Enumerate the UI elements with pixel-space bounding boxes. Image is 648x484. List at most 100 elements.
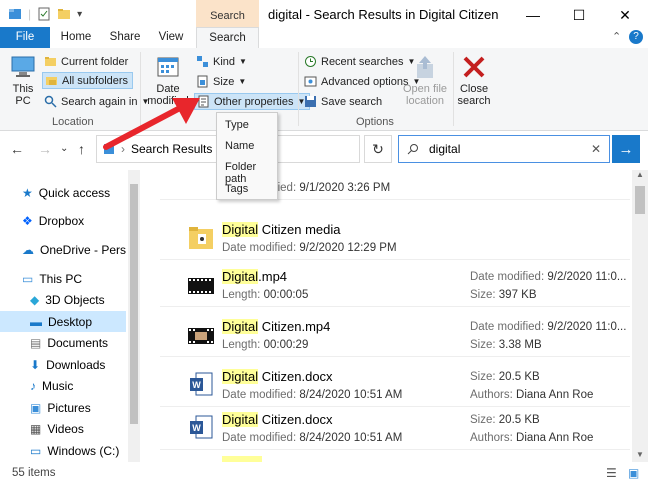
results-scrollbar[interactable]: ▲ ▼ [632, 170, 648, 462]
item-detail: Date modified: 8/24/2020 10:51 AM [222, 432, 403, 444]
current-folder-button[interactable]: Current folder [44, 55, 128, 68]
dropbox-icon: ❖ [22, 213, 33, 228]
recent-searches-button[interactable]: Recent searches ▼ [304, 55, 415, 68]
list-item[interactable]: W Digital Citizen.docx Date modified: 8/… [160, 408, 630, 450]
list-item[interactable]: W Digital Citizen.docx Date modified: 8/… [160, 365, 630, 407]
nav-item-dropbox[interactable]: ❖ Dropbox [0, 210, 126, 231]
minimize-button[interactable]: — [510, 0, 556, 30]
menu-item-type[interactable]: Type [225, 119, 249, 131]
documents-icon: ▤ [30, 335, 42, 350]
nav-item-music[interactable]: ♪ Music [0, 375, 126, 396]
search-go-button[interactable]: → [612, 135, 640, 163]
clear-search-icon[interactable]: ✕ [591, 142, 601, 156]
back-arrow-icon[interactable]: ← [10, 141, 24, 157]
save-search-button[interactable]: Save search [304, 95, 382, 108]
menu-item-name[interactable]: Name [225, 140, 254, 152]
nav-item-label: OneDrive - Person [40, 242, 126, 257]
cloud-icon: ☁ [22, 242, 34, 257]
nav-item-label: Pictures [47, 400, 91, 415]
nav-item-desktop[interactable]: ▬ Desktop [0, 311, 126, 332]
nav-item-windows-c[interactable]: ▭ Windows (C:) [0, 440, 126, 461]
list-item[interactable]: Digital Citizen.mp4 Length: 00:00:29 Dat… [160, 315, 630, 357]
search-results-list: Date modified: 9/1/2020 3:26 PM Digital … [150, 170, 634, 462]
nav-item-pictures[interactable]: ▣ Pictures [0, 397, 126, 418]
nav-item-label: Desktop [48, 314, 93, 329]
list-item[interactable]: Digital.mp4 Length: 00:00:05 Date modifi… [160, 265, 630, 307]
size-button[interactable]: Size ▼ [196, 75, 246, 88]
item-size: Size: 3.38 MB [470, 339, 542, 351]
item-authors: Authors: Diana Ann Roe [470, 432, 594, 444]
tab-home[interactable]: Home [54, 27, 98, 49]
nav-item-label: This PC [39, 271, 83, 286]
help-icon[interactable]: ? [629, 30, 643, 44]
ribbon-tabs: File Home Share View Search ⌃ ? [0, 27, 648, 50]
large-icons-view-icon[interactable]: ▣ [628, 466, 639, 480]
dropdown-arrow-icon: ▼ [238, 77, 247, 86]
maximize-button[interactable]: ☐ [556, 0, 602, 30]
all-subfolders-label: All subfolders [62, 74, 129, 87]
other-properties-button[interactable]: Other properties ▼ [194, 93, 311, 110]
advanced-options-label: Advanced options [321, 75, 409, 88]
item-name: Digital Citizen.docx [222, 412, 333, 427]
other-properties-label: Other properties [214, 95, 294, 108]
scroll-up-icon[interactable]: ▲ [636, 170, 644, 179]
nav-scrollbar[interactable] [128, 170, 140, 462]
recent-locations-icon[interactable]: ⌄ [60, 143, 68, 154]
nav-item-onedrive[interactable]: ☁ OneDrive - Person [0, 239, 126, 260]
tab-search[interactable]: Search [196, 27, 259, 50]
results-scroll-thumb[interactable] [635, 186, 645, 214]
search-input[interactable]: digital [429, 142, 460, 156]
drive-icon: ▭ [30, 443, 42, 458]
details-view-icon[interactable]: ☰ [606, 466, 617, 480]
tab-view[interactable]: View [150, 27, 192, 49]
quick-access-toolbar: | ▾ [8, 7, 82, 21]
ribbon-panel: This PC Current folder All subfolders Se… [0, 48, 648, 131]
open-file-location-button[interactable]: Open file location [402, 54, 448, 107]
annotation-arrow [103, 98, 200, 150]
options-group-label: Options [356, 116, 394, 128]
computer-icon: ▭ [22, 271, 34, 286]
properties-icon[interactable] [37, 7, 51, 21]
menu-item-tags[interactable]: Tags [225, 183, 248, 195]
nav-scroll-thumb[interactable] [130, 184, 138, 424]
forward-arrow-icon[interactable]: → [38, 141, 52, 157]
item-date-modified: Date modified: 9/2/2020 11:0... [470, 271, 627, 283]
all-subfolders-button[interactable]: All subfolders [42, 72, 134, 89]
search-box[interactable]: digital ✕ [398, 135, 610, 163]
nav-item-3d-objects[interactable]: ◆ 3D Objects [0, 289, 126, 310]
tab-file[interactable]: File [0, 27, 50, 49]
item-name: Digital Citizen.docx [222, 369, 333, 384]
qat-customize-icon[interactable]: ▾ [77, 9, 82, 20]
dropdown-arrow-icon: ▼ [239, 57, 247, 66]
status-bar: 55 items ☰ ▣ [0, 462, 648, 484]
music-icon: ♪ [30, 378, 36, 393]
video-icon [188, 328, 214, 344]
tab-share[interactable]: Share [104, 27, 146, 49]
nav-item-documents[interactable]: ▤ Documents [0, 332, 126, 353]
refresh-button[interactable]: ↻ [364, 135, 392, 163]
this-pc-button[interactable]: This PC [8, 54, 38, 107]
nav-item-quick-access[interactable]: ★ Quick access [0, 182, 126, 203]
nav-item-this-pc[interactable]: ▭ This PC [0, 268, 126, 289]
close-search-button[interactable]: Close search [456, 54, 492, 107]
scroll-down-icon[interactable]: ▼ [636, 450, 644, 459]
item-size: Size: 20.5 KB [470, 371, 540, 383]
current-folder-label: Current folder [61, 55, 129, 68]
nav-item-label: Music [42, 378, 74, 393]
item-size: Size: 20.5 KB [470, 414, 540, 426]
size-label: Size [213, 75, 235, 88]
computer-icon [11, 56, 35, 77]
kind-button[interactable]: Kind ▼ [196, 55, 247, 68]
close-window-button[interactable]: ✕ [602, 0, 648, 30]
close-x-icon [463, 56, 485, 78]
nav-item-label: Dropbox [38, 213, 85, 228]
nav-item-downloads[interactable]: ⬇ Downloads [0, 354, 126, 375]
nav-item-videos[interactable]: ▦ Videos [0, 418, 126, 439]
open-file-location-label: Open file location [402, 83, 448, 107]
menu-item-folder-path[interactable]: Folder path [225, 161, 277, 185]
list-item[interactable]: Digital Citizen media Date modified: 9/2… [160, 218, 630, 260]
up-arrow-icon[interactable]: ↑ [78, 141, 85, 157]
folder-icon [189, 227, 213, 249]
collapse-ribbon-icon[interactable]: ⌃ [612, 30, 621, 43]
new-folder-icon[interactable] [57, 7, 71, 21]
